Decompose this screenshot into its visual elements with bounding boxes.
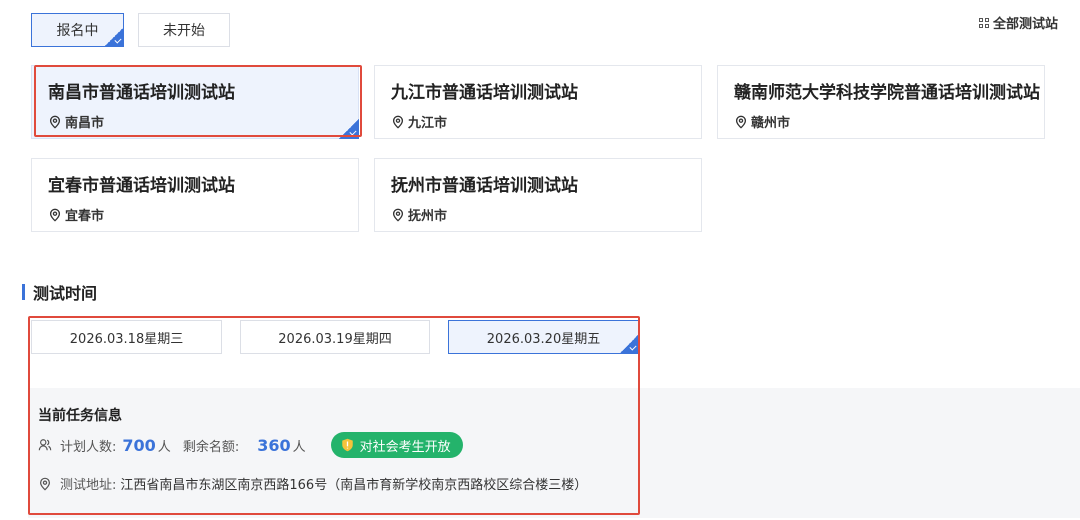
planned-label: 计划人数: [60,439,117,455]
date-option-0318[interactable]: 2026.03.18星期三 [31,320,222,354]
section-accent-bar [22,284,25,300]
date-label: 2026.03.20星期五 [486,331,601,347]
station-name: 九江市普通话培训测试站 [391,83,578,103]
address-label: 测试地址: [60,478,117,493]
planned-value: 700 [122,435,156,455]
station-card-gannan[interactable]: 赣南师范大学科技学院普通话培训测试站 赣州市 [717,65,1045,139]
selected-check-icon [339,119,359,139]
station-name: 南昌市普通话培训测试站 [48,83,235,103]
station-location: 九江市 [391,112,685,131]
station-location: 赣州市 [734,112,1028,131]
all-stations-label: 全部测试站 [992,17,1058,32]
location-pin-icon [735,115,747,129]
station-card-yichun[interactable]: 宜春市普通话培训测试站 宜春市 [31,158,359,232]
address-row: 测试地址: 江西省南昌市东湖区南京西路166号（南昌市育新学校南京西路校区综合楼… [38,474,587,493]
open-to-public-badge: 对社会考生开放 [330,432,463,458]
open-badge-text: 对社会考生开放 [359,439,451,455]
location-pin-icon [49,208,61,222]
station-name: 赣南师范大学科技学院普通话培训测试站 [734,83,1040,103]
station-location: 南昌市 [48,112,342,131]
quota-row: 计划人数: 700 人 剩余名额: 360 人 对社会考生开放 [38,432,463,458]
station-city: 九江市 [408,116,448,131]
current-task-info-panel: 当前任务信息 计划人数: 700 人 剩余名额: 360 人 对社会考生开放 测… [28,388,1080,518]
selected-check-icon [619,334,639,354]
location-pin-icon [40,477,50,491]
station-city: 赣州市 [751,116,791,131]
date-label: 2026.03.19星期四 [278,331,392,347]
station-card-fuzhou[interactable]: 抚州市普通话培训测试站 抚州市 [374,158,702,232]
tab-registering[interactable]: 报名中 [31,13,124,47]
station-city: 宜春市 [65,209,105,224]
station-city: 抚州市 [408,209,448,224]
date-option-0319[interactable]: 2026.03.19星期四 [240,320,430,354]
all-stations-link[interactable]: 全部测试站 [978,13,1058,32]
remaining-unit: 人 [292,439,306,455]
location-pin-icon [392,208,404,222]
address-text: 江西省南昌市东湖区南京西路166号（南昌市育新学校南京西路校区综合楼三楼） [120,478,588,493]
grid-icon [978,17,989,28]
shield-icon [341,438,353,452]
station-name: 抚州市普通话培训测试站 [391,176,578,196]
location-pin-icon [392,115,404,129]
tab-not-started[interactable]: 未开始 [138,13,230,47]
tab-registering-label: 报名中 [56,23,99,39]
station-card-jiujiang[interactable]: 九江市普通话培训测试站 九江市 [374,65,702,139]
station-city: 南昌市 [65,116,105,131]
section-title-test-time: 测试时间 [22,280,97,304]
planned-unit: 人 [157,439,171,455]
date-option-0320[interactable]: 2026.03.20星期五 [448,320,639,354]
task-info-title: 当前任务信息 [38,408,122,424]
people-icon [38,439,52,451]
tab-not-started-label: 未开始 [163,23,205,39]
selected-check-icon [104,27,124,47]
station-card-nanchang[interactable]: 南昌市普通话培训测试站 南昌市 [31,65,359,139]
section-title-text: 测试时间 [33,284,98,303]
station-name: 宜春市普通话培训测试站 [48,176,235,196]
station-location: 抚州市 [391,205,685,224]
remaining-label: 剩余名额: [182,439,240,455]
station-location: 宜春市 [48,205,342,224]
remaining-value: 360 [257,435,291,455]
location-pin-icon [49,115,61,129]
date-label: 2026.03.18星期三 [69,331,184,347]
